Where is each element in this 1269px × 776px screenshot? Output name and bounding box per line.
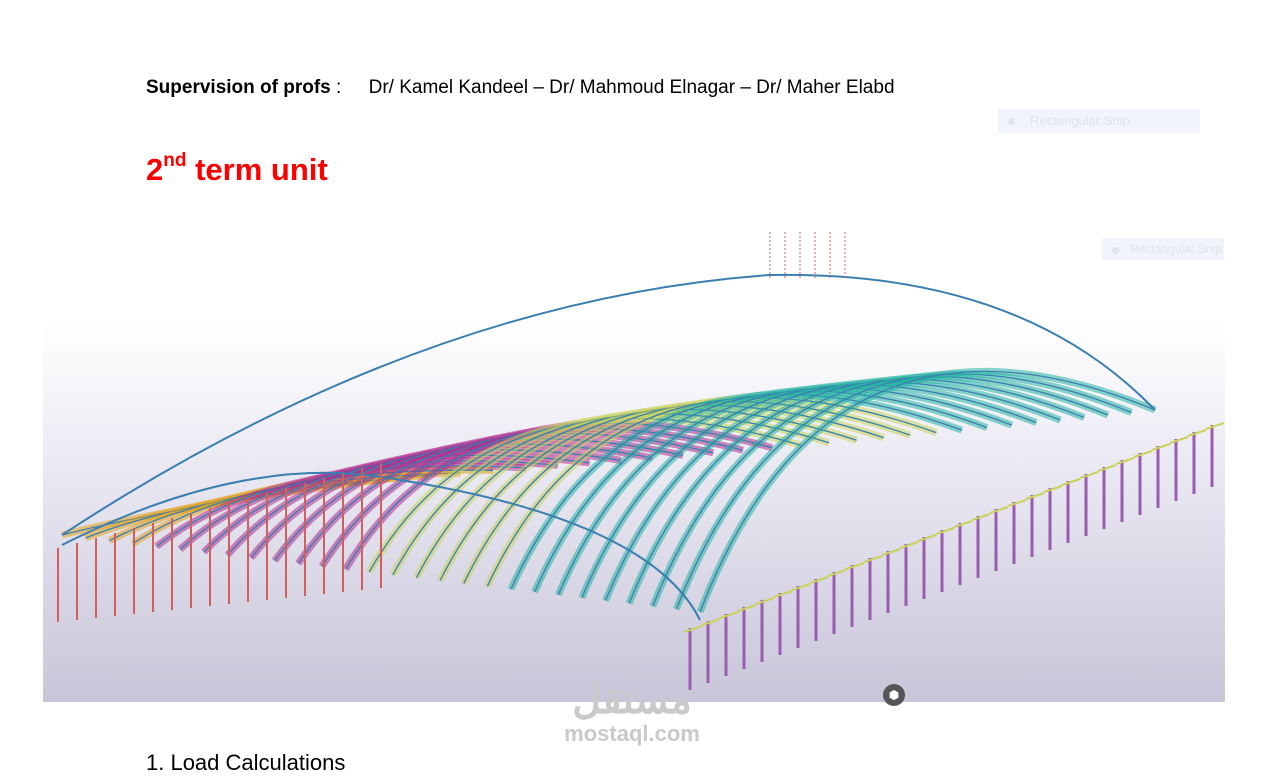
tie-beam (701, 618, 721, 626)
tie-beam (845, 562, 865, 570)
tie-beam (719, 611, 739, 619)
tie-beam (917, 534, 937, 542)
watermark-latin: mostaql.com (564, 721, 700, 746)
tie-beam (899, 541, 919, 549)
tie-beam (1025, 492, 1045, 500)
tie-beam (809, 576, 829, 584)
tie-beam (863, 555, 883, 563)
tie-beam (1187, 429, 1207, 437)
tie-beam (935, 527, 955, 535)
tie-beam (1133, 450, 1153, 458)
tie-beam (1115, 457, 1135, 465)
tie-beam (1079, 471, 1099, 479)
mostaql-watermark: مستقل mostaql.com (552, 678, 712, 746)
tie-beam (1097, 464, 1117, 472)
tie-beam (1061, 478, 1081, 486)
tie-beam (1205, 422, 1225, 430)
tie-beam (1043, 485, 1063, 493)
tie-beam (737, 604, 757, 612)
tie-beam (881, 548, 901, 556)
tie-beam (1007, 499, 1027, 507)
navigation-cube-icon[interactable]: ⬢ (883, 684, 905, 706)
watermark-arabic: مستقل (572, 678, 692, 722)
steel-arch-roof-model (57, 232, 1225, 690)
tie-beam (1169, 436, 1189, 444)
tie-beam (971, 513, 991, 521)
tie-beam (773, 590, 793, 598)
tie-beam (989, 506, 1009, 514)
tie-beam (755, 597, 775, 605)
tie-beam (1151, 443, 1171, 451)
tie-beam (791, 583, 811, 591)
tie-beam (827, 569, 847, 577)
section-heading: 1. Load Calculations (146, 750, 346, 775)
tie-beam (683, 625, 703, 633)
tie-beam (953, 520, 973, 528)
